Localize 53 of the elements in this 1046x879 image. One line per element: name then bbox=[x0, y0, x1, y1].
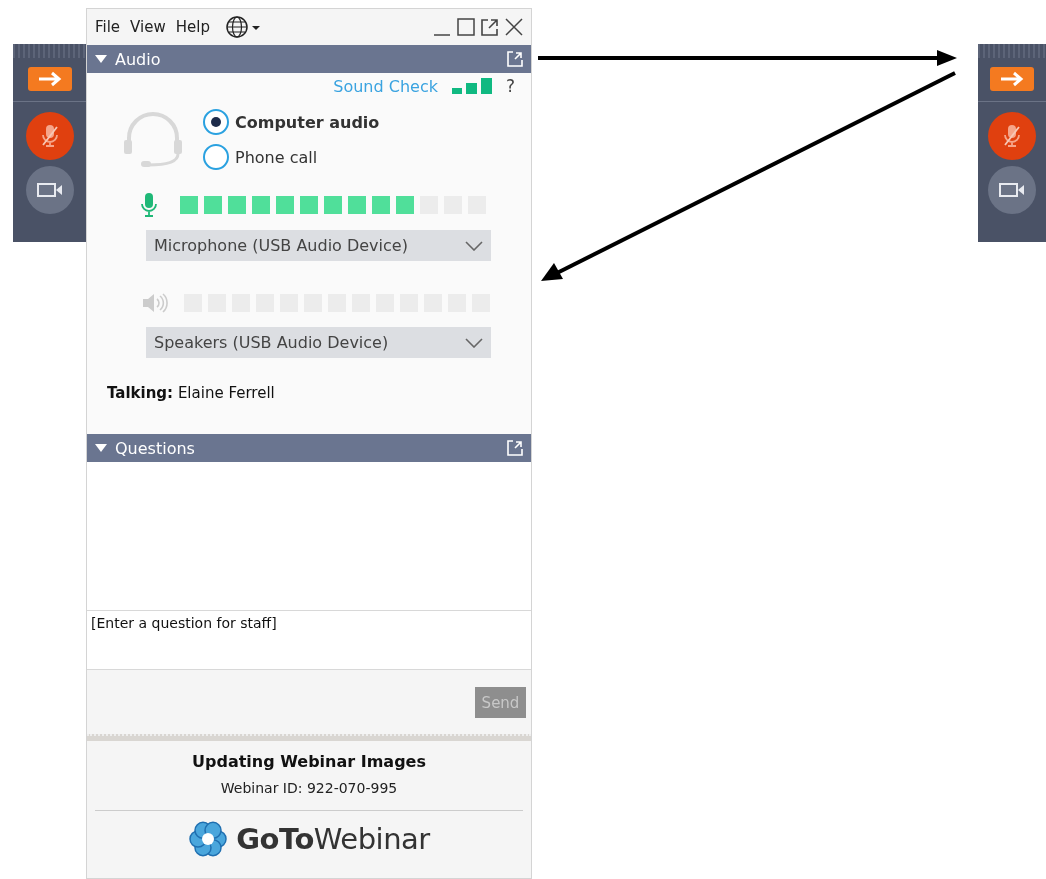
microphone-button[interactable] bbox=[988, 112, 1036, 160]
microphone-button[interactable] bbox=[26, 112, 74, 160]
muted-microphone-icon bbox=[1001, 123, 1023, 149]
flower-logo-icon bbox=[188, 819, 229, 859]
radio-option[interactable]: Phone call bbox=[203, 144, 380, 170]
radio-label: Phone call bbox=[235, 147, 318, 167]
panel-header[interactable]: Audio bbox=[87, 45, 531, 73]
collapse-triangle-icon[interactable] bbox=[95, 55, 107, 63]
microphone-dropdown[interactable]: Microphone (USB Audio Device) bbox=[146, 230, 491, 261]
camera-icon bbox=[998, 181, 1026, 199]
radio-button[interactable] bbox=[203, 144, 229, 170]
speaker-dropdown[interactable]: Speakers (USB Audio Device) bbox=[146, 327, 491, 358]
speaker-icon bbox=[141, 291, 169, 315]
maximize-icon[interactable] bbox=[457, 17, 475, 37]
arrow-right-icon bbox=[37, 71, 63, 87]
microphone-icon bbox=[141, 192, 157, 218]
signal-bars-icon bbox=[451, 78, 492, 94]
grip-handle[interactable] bbox=[13, 44, 87, 58]
arrow-button[interactable] bbox=[990, 67, 1034, 91]
collapse-triangle-icon[interactable] bbox=[95, 444, 107, 452]
grip-handle[interactable] bbox=[978, 44, 1046, 58]
pop-out-icon[interactable] bbox=[481, 17, 499, 37]
chevron-down-icon bbox=[465, 337, 483, 348]
radio-button[interactable] bbox=[203, 109, 229, 135]
webinar-title: Updating Webinar Images bbox=[192, 752, 426, 771]
menu-item[interactable]: View bbox=[130, 18, 166, 36]
arrow-button[interactable] bbox=[28, 67, 72, 91]
talking-status: Talking: Elaine Ferrell bbox=[106, 383, 276, 402]
headset-icon bbox=[123, 111, 183, 168]
dropdown-value: Microphone (USB Audio Device) bbox=[154, 236, 408, 255]
help-button[interactable]: ? bbox=[505, 76, 515, 96]
camera-icon bbox=[36, 181, 64, 199]
globe-dropdown-icon[interactable] bbox=[225, 16, 262, 38]
webinar-id: Webinar ID: 922-070-995 bbox=[220, 780, 398, 796]
panel-title: Audio bbox=[115, 49, 161, 69]
close-icon[interactable] bbox=[505, 17, 523, 37]
camera-button[interactable] bbox=[26, 166, 74, 214]
panel-title: Questions bbox=[115, 438, 195, 458]
panel-header[interactable]: Questions bbox=[87, 434, 531, 462]
radio-option[interactable]: Computer audio bbox=[203, 109, 380, 135]
muted-microphone-icon bbox=[39, 123, 61, 149]
pop-out-icon[interactable] bbox=[507, 440, 523, 456]
dropdown-value: Speakers (USB Audio Device) bbox=[154, 333, 389, 352]
radio-label: Computer audio bbox=[235, 112, 380, 132]
menu-item[interactable]: Help bbox=[175, 18, 210, 36]
camera-button[interactable] bbox=[988, 166, 1036, 214]
radio-dot-icon bbox=[211, 117, 221, 127]
chevron-down-icon bbox=[465, 240, 483, 251]
pop-out-icon[interactable] bbox=[507, 51, 523, 67]
logo-text: GoToWebinar bbox=[236, 822, 430, 856]
menu-item[interactable]: File bbox=[95, 18, 121, 36]
arrow-right-icon bbox=[999, 71, 1025, 87]
question-input[interactable]: [Enter a question for staff] bbox=[87, 611, 531, 670]
